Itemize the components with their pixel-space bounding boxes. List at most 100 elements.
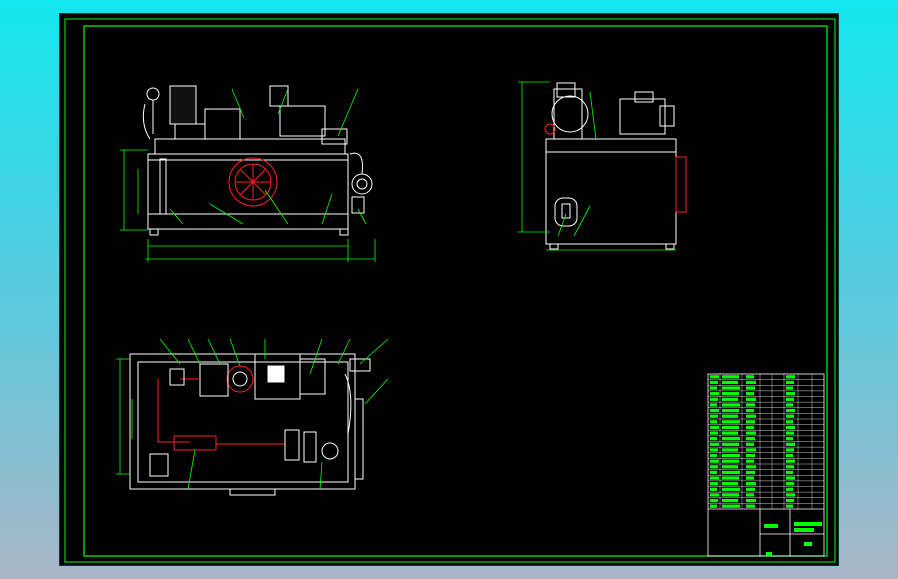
front-view	[120, 85, 376, 262]
bom-cell-text	[786, 408, 795, 413]
bom-cell-text	[746, 403, 755, 407]
bom-cell-text	[710, 386, 717, 390]
bom-cell-text	[746, 493, 754, 497]
bom-cell-text	[786, 380, 794, 385]
top-filter	[173, 435, 217, 451]
bom-cell-text	[722, 375, 739, 379]
bom-cell-text	[722, 408, 739, 413]
bom-cell-text	[722, 448, 738, 452]
bom-cell-text	[710, 437, 717, 441]
bom-cell-text	[710, 504, 717, 508]
bom-cell-text	[710, 498, 718, 503]
bom-cell-text	[710, 414, 718, 418]
bom-cell-text	[710, 493, 719, 497]
bom-cell-text	[786, 448, 794, 452]
bom-cell-text	[746, 431, 756, 435]
bom-cell-text	[786, 482, 794, 486]
bom-cell-text	[722, 476, 739, 480]
bom-cell-text	[722, 431, 738, 435]
bom-cell-text	[722, 493, 739, 497]
bom-cell-text	[786, 493, 795, 497]
bom-cell-text	[786, 465, 794, 469]
bom-cell-text	[746, 408, 754, 413]
bom-cell-text	[710, 397, 718, 401]
bom-cell-text	[710, 459, 719, 463]
bom-cell-text	[710, 403, 717, 407]
bom-cell-text	[786, 425, 795, 430]
bom-cell-text	[746, 420, 755, 424]
bom-cell-text	[710, 392, 719, 396]
bom-cell-text	[746, 465, 756, 469]
bom-cell-text	[710, 448, 718, 452]
bom-cell-text	[786, 470, 793, 475]
bom-cell-text	[746, 392, 754, 396]
bom-cell-text	[786, 392, 795, 396]
bom-cell-text	[710, 487, 717, 491]
bom-cell-text	[710, 420, 717, 424]
bom-cell-text	[710, 453, 717, 458]
bom-cell-text	[722, 465, 738, 469]
bom-cell-text	[746, 448, 756, 452]
bom-cell-text	[746, 459, 754, 463]
bom-cell-text	[710, 380, 718, 385]
bom-cell-text	[722, 459, 739, 463]
front-filter	[169, 85, 197, 125]
bom-cell-text	[722, 397, 738, 401]
side-red-port	[675, 156, 687, 213]
bom-cell-text	[786, 487, 793, 491]
bom-cell-text	[722, 487, 740, 491]
cad-drawing	[64, 18, 836, 563]
bom-cell-text	[722, 420, 740, 424]
bom-cell-text	[722, 482, 738, 486]
bom-cell-text	[786, 375, 795, 379]
bom-cell-text	[786, 386, 793, 390]
bom-cell-text	[786, 504, 793, 508]
bom-cell-text	[710, 476, 719, 480]
bom-cell-text	[786, 476, 795, 480]
bom-cell-text	[722, 470, 740, 475]
bom-cell-text	[710, 470, 717, 475]
front-motor	[279, 105, 326, 137]
bom-cell-text	[746, 504, 755, 508]
bom-cell-text	[710, 375, 719, 379]
bom-cell-text	[746, 453, 755, 458]
bom-cell-text	[786, 498, 794, 503]
bom-cell-text	[722, 504, 740, 508]
bom-cell-text	[722, 498, 738, 503]
top-view	[116, 338, 389, 496]
bom-cell-text	[746, 470, 755, 475]
bom-cell-text	[746, 386, 755, 390]
bom-cell-text	[786, 420, 793, 424]
bom-cell-text	[710, 425, 719, 430]
bom-cell-text	[710, 431, 718, 435]
bom-cell-text	[746, 437, 755, 441]
bom-cell-text	[786, 431, 794, 435]
bom-cell-text	[722, 425, 739, 430]
bom-cell-text	[722, 437, 740, 441]
bom-cell-text	[710, 408, 719, 413]
bom-cell-text	[746, 375, 754, 379]
bom-cell-text	[746, 442, 754, 446]
bom-cell-text	[722, 386, 740, 390]
bom-cell-text	[722, 442, 739, 446]
bom-cell-text	[786, 442, 795, 446]
bom-cell-text	[746, 482, 756, 486]
side-view	[518, 81, 687, 251]
bom-cell-text	[746, 414, 756, 418]
bom-cell-text	[746, 487, 755, 491]
bom-cell-text	[746, 380, 756, 385]
bom-cell-text	[710, 482, 718, 486]
bom-cell-text	[722, 414, 738, 418]
bom-cell-text	[786, 453, 793, 458]
drawing-sheet	[59, 13, 839, 566]
bom-cell-text	[710, 442, 719, 446]
title-block	[707, 373, 825, 557]
bom-cell-text	[746, 498, 756, 503]
bom-cell-text	[722, 403, 740, 407]
side-cleanout	[554, 197, 578, 227]
bom-cell-text	[786, 437, 793, 441]
bom-cell-text	[786, 414, 794, 418]
bom-cell-text	[722, 380, 738, 385]
bom-cell-text	[722, 392, 739, 396]
bom-cell-text	[746, 476, 754, 480]
